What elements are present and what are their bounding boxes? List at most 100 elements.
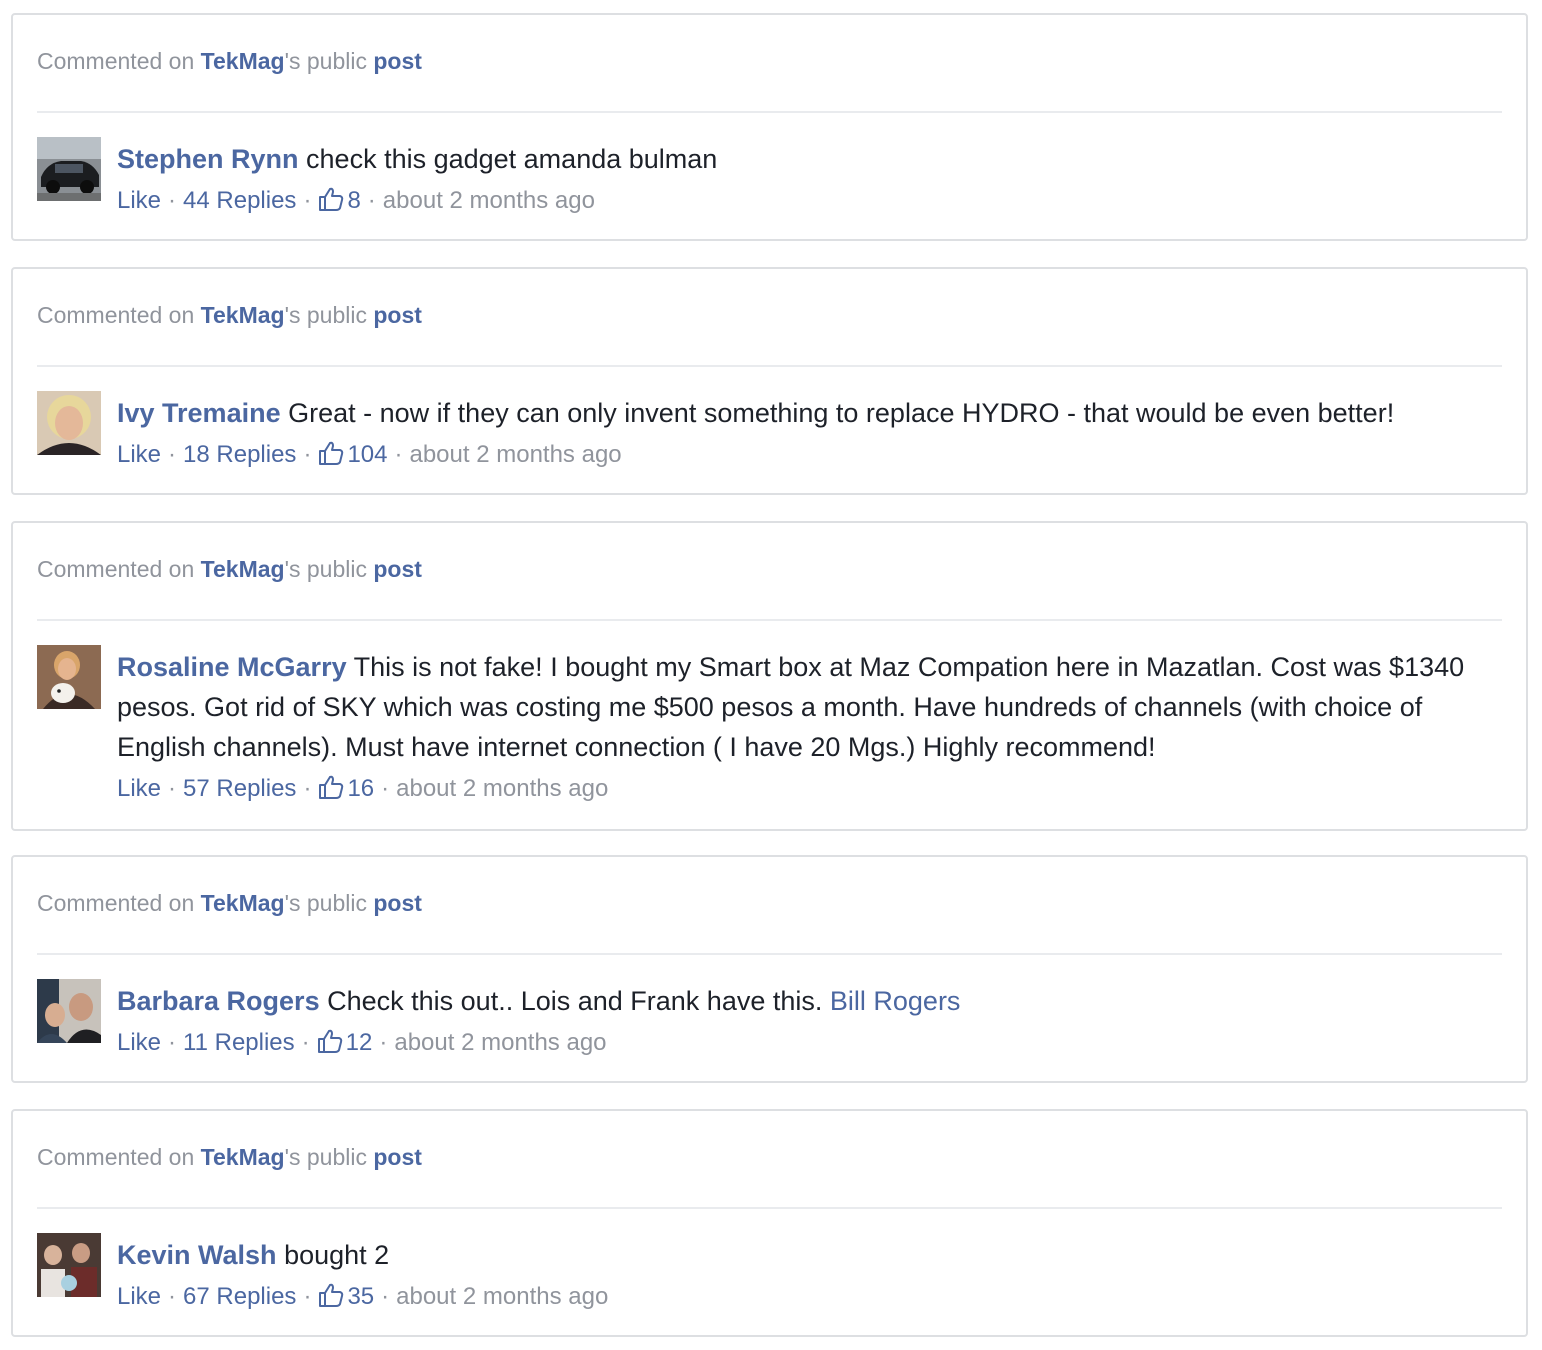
separator: · [379, 1029, 388, 1056]
divider [37, 1207, 1502, 1209]
replies-link[interactable]: 67 Replies [183, 1283, 296, 1310]
divider [37, 953, 1502, 955]
divider [37, 111, 1502, 113]
author-link[interactable]: Ivy Tremaine [117, 398, 281, 428]
post-link[interactable]: post [373, 48, 422, 74]
post-link[interactable]: post [373, 556, 422, 582]
page-link[interactable]: TekMag [201, 302, 285, 328]
mention-link[interactable]: Bill Rogers [830, 986, 961, 1016]
comment-card: Commented on TekMag's public post Stephe… [11, 13, 1528, 241]
post-link[interactable]: post [373, 1144, 422, 1170]
author-link[interactable]: Barbara Rogers [117, 986, 320, 1016]
header-prefix: Commented on [37, 556, 195, 582]
replies-link[interactable]: 44 Replies [183, 187, 296, 214]
header-possessive: 's public [284, 48, 367, 74]
comment-meta: Like · 57 Replies · 16 · about 2 months ago [117, 775, 608, 806]
likes-count-value: 12 [345, 1029, 373, 1056]
person-with-dog-avatar[interactable] [37, 645, 101, 709]
divider [37, 365, 1502, 367]
comment-body: Ivy Tremaine Great - now if they can onl… [117, 393, 1466, 433]
like-link[interactable]: Like [117, 1029, 161, 1056]
replies-link[interactable]: 11 Replies [183, 1029, 295, 1056]
like-link[interactable]: Like [117, 441, 161, 468]
likes-count-value: 104 [347, 441, 388, 468]
header-prefix: Commented on [37, 890, 195, 916]
header-possessive: 's public [284, 302, 367, 328]
likes-count[interactable]: 104 [318, 441, 387, 468]
page-link[interactable]: TekMag [201, 1144, 285, 1170]
comment-body: Barbara Rogers Check this out.. Lois and… [117, 981, 1466, 1021]
timestamp: about 2 months ago [409, 441, 622, 468]
card-header: Commented on TekMag's public post [37, 556, 422, 583]
comment-meta: Like · 11 Replies · 12 · about 2 months ago [117, 1029, 607, 1060]
post-link[interactable]: post [373, 890, 422, 916]
thumbs-up-icon [318, 441, 344, 472]
comment-meta: Like · 67 Replies · 35 · about 2 months ago [117, 1283, 608, 1314]
comment-card: Commented on TekMag's public post Kevin … [11, 1109, 1528, 1337]
separator: · [367, 187, 376, 214]
likes-count-value: 16 [347, 775, 375, 802]
card-header: Commented on TekMag's public post [37, 890, 422, 917]
comment-meta: Like · 44 Replies · 8 · about 2 months ago [117, 187, 595, 218]
thumbs-up-icon [318, 775, 344, 806]
like-link[interactable]: Like [117, 187, 161, 214]
author-link[interactable]: Rosaline McGarry [117, 652, 347, 682]
comment-text: check this gadget amanda bulman [306, 144, 718, 174]
replies-link[interactable]: 57 Replies [183, 775, 296, 802]
timestamp: about 2 months ago [394, 1029, 607, 1056]
thumbs-up-icon [318, 187, 344, 218]
likes-count[interactable]: 16 [318, 775, 374, 802]
header-prefix: Commented on [37, 302, 195, 328]
separator: · [381, 1283, 390, 1310]
couple-photo-avatar[interactable] [37, 979, 101, 1043]
like-link[interactable]: Like [117, 775, 161, 802]
like-link[interactable]: Like [117, 1283, 161, 1310]
separator: · [301, 1029, 310, 1056]
car-photo-avatar[interactable] [37, 137, 101, 201]
timestamp: about 2 months ago [396, 1283, 609, 1310]
card-header: Commented on TekMag's public post [37, 1144, 422, 1171]
separator: · [303, 187, 312, 214]
group-photo-avatar[interactable] [37, 1233, 101, 1297]
thumbs-up-icon [318, 1283, 344, 1314]
header-prefix: Commented on [37, 1144, 195, 1170]
separator: · [168, 1283, 177, 1310]
likes-count-value: 35 [347, 1283, 375, 1310]
comment-text: Great - now if they can only invent some… [288, 398, 1395, 428]
author-link[interactable]: Stephen Rynn [117, 144, 299, 174]
card-header: Commented on TekMag's public post [37, 302, 422, 329]
likes-count-value: 8 [347, 187, 361, 214]
comment-body: Rosaline McGarry This is not fake! I bou… [117, 647, 1466, 767]
comment-text: Check this out.. Lois and Frank have thi… [327, 986, 823, 1016]
header-possessive: 's public [284, 890, 367, 916]
comment-card: Commented on TekMag's public post Ivy Tr… [11, 267, 1528, 495]
likes-count[interactable]: 35 [318, 1283, 374, 1310]
separator: · [168, 775, 177, 802]
replies-link[interactable]: 18 Replies [183, 441, 296, 468]
separator: · [303, 775, 312, 802]
likes-count[interactable]: 8 [318, 187, 361, 214]
separator: · [168, 441, 177, 468]
card-header: Commented on TekMag's public post [37, 48, 422, 75]
likes-count[interactable]: 12 [317, 1029, 373, 1056]
comment-meta: Like · 18 Replies · 104 · about 2 months ago [117, 441, 622, 472]
divider [37, 619, 1502, 621]
post-link[interactable]: post [373, 302, 422, 328]
separator: · [303, 441, 312, 468]
page-link[interactable]: TekMag [201, 556, 285, 582]
comment-card: Commented on TekMag's public post Rosali… [11, 521, 1528, 831]
comment-card: Commented on TekMag's public post Barbar… [11, 855, 1528, 1083]
page-link[interactable]: TekMag [201, 48, 285, 74]
separator: · [168, 1029, 177, 1056]
timestamp: about 2 months ago [396, 775, 609, 802]
person-photo-avatar[interactable] [37, 391, 101, 455]
separator: · [381, 775, 390, 802]
page-link[interactable]: TekMag [201, 890, 285, 916]
separator: · [168, 187, 177, 214]
header-prefix: Commented on [37, 48, 195, 74]
author-link[interactable]: Kevin Walsh [117, 1240, 277, 1270]
comment-body: Kevin Walsh bought 2 [117, 1235, 1466, 1275]
comment-text: bought 2 [284, 1240, 390, 1270]
thumbs-up-icon [317, 1029, 343, 1060]
header-possessive: 's public [284, 556, 367, 582]
